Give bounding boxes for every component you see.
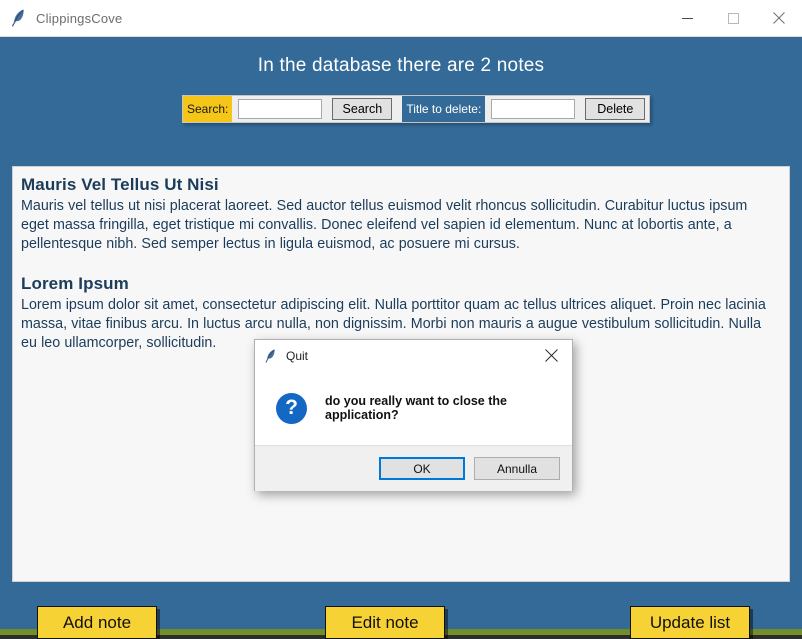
toolbar: Search: Search Title to delete: Delete — [182, 95, 651, 123]
add-note-button[interactable]: Add note — [37, 606, 157, 639]
question-mark-icon: ? — [276, 392, 307, 424]
close-icon — [773, 12, 785, 24]
application-window: ClippingsCove In the database there are … — [0, 0, 802, 639]
title-to-delete-label: Title to delete: — [402, 96, 486, 122]
dialog-close-button[interactable] — [530, 340, 572, 371]
close-icon — [544, 349, 558, 362]
minimize-button[interactable] — [664, 0, 710, 36]
dialog-ok-button[interactable]: OK — [379, 457, 465, 480]
app-body: In the database there are 2 notes Search… — [0, 37, 802, 639]
edit-note-button[interactable]: Edit note — [325, 606, 445, 639]
dialog-content: ? do you really want to close the applic… — [255, 371, 572, 445]
window-title: ClippingsCove — [36, 10, 123, 26]
search-input[interactable] — [238, 99, 323, 119]
note-title: Lorem Ipsum — [21, 274, 129, 293]
window-titlebar: ClippingsCove — [0, 0, 802, 37]
maximize-button[interactable] — [710, 0, 756, 36]
search-label: Search: — [183, 96, 233, 122]
title-to-delete-input[interactable] — [491, 99, 576, 119]
delete-button[interactable]: Delete — [585, 98, 646, 120]
maximize-icon — [727, 12, 739, 24]
quit-dialog: Quit ? do you really want to close the a… — [254, 339, 573, 491]
note-body: Mauris vel tellus ut nisi placerat laore… — [21, 198, 748, 252]
dialog-message: do you really want to close the applicat… — [325, 394, 507, 422]
dialog-title: Quit — [286, 348, 309, 363]
dialog-footer: OK Annulla — [255, 445, 572, 491]
minimize-icon — [681, 17, 693, 19]
dialog-titlebar: Quit — [255, 340, 572, 371]
list-item[interactable]: Mauris Vel Tellus Ut Nisi Mauris vel tel… — [21, 175, 779, 254]
feather-icon — [11, 9, 24, 27]
update-list-button[interactable]: Update list — [630, 606, 750, 639]
dialog-cancel-button[interactable]: Annulla — [474, 457, 560, 480]
search-button[interactable]: Search — [332, 98, 393, 120]
page-title: In the database there are 2 notes — [257, 55, 545, 76]
close-button[interactable] — [756, 0, 802, 36]
feather-icon — [265, 348, 275, 363]
note-title: Mauris Vel Tellus Ut Nisi — [21, 175, 219, 194]
window-controls — [664, 0, 802, 36]
